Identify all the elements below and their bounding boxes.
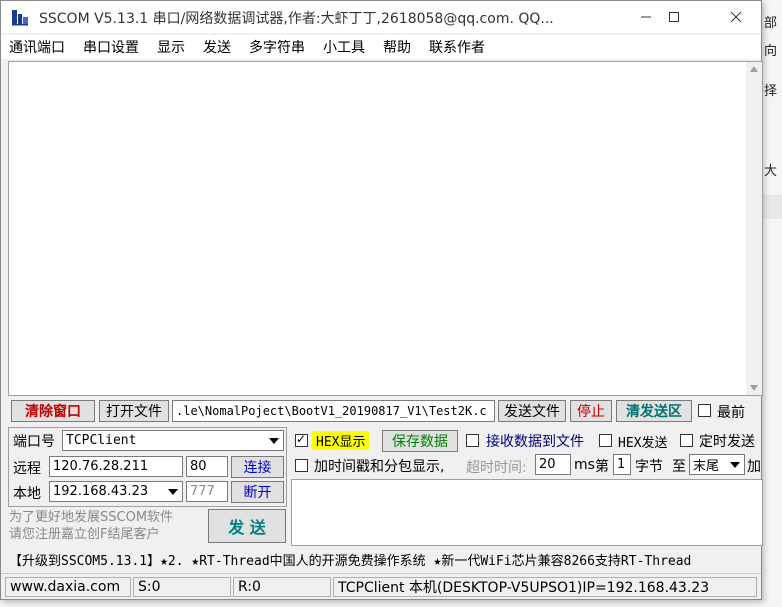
local-ip-select[interactable]: 192.168.43.23 <box>49 481 183 502</box>
remote-port-input[interactable]: 80 <box>186 456 228 477</box>
bg-text: 大 <box>764 164 778 179</box>
received-count: R:0 <box>233 577 331 597</box>
close-button[interactable] <box>713 1 759 33</box>
maximize-button[interactable] <box>651 1 697 33</box>
recv-to-file-label: 接收数据到文件 <box>486 434 584 450</box>
byte-prefix-label: 第 <box>595 459 609 475</box>
connect-button[interactable]: 连接 <box>231 456 284 478</box>
sscom-window: SSCOM V5.13.1 串口/网络数据调试器,作者:大虾丁丁,2618058… <box>0 0 763 600</box>
clear-window-button[interactable]: 清除窗口 <box>11 400 95 422</box>
website-link[interactable]: www.daxia.com <box>5 577 131 597</box>
open-file-button[interactable]: 打开文件 <box>99 400 169 422</box>
timed-send-label: 定时发送 <box>699 434 755 450</box>
status-bar: www.daxia.com S:0 R:0 TCPClient 本机(DESKT… <box>1 573 761 599</box>
remote-ip-input[interactable]: 120.76.28.211 <box>49 456 183 477</box>
bg-text: 择 <box>764 84 778 99</box>
bg-panel <box>760 195 782 219</box>
end-select[interactable]: 末尾 <box>689 454 745 475</box>
port-select[interactable]: TCPClient <box>62 430 284 451</box>
menu-multi-string[interactable]: 多字符串 <box>249 37 305 57</box>
timed-send-checkbox[interactable] <box>680 434 693 447</box>
topmost-checkbox[interactable] <box>698 404 711 417</box>
menu-bar: 通讯端口 串口设置 显示 发送 多字符串 小工具 帮助 联系作者 <box>1 35 761 59</box>
hex-display-label: HEX显示 <box>312 431 370 450</box>
disconnect-button[interactable]: 断开 <box>231 481 284 503</box>
topmost-label: 最前 <box>717 405 745 421</box>
scroll-down-icon[interactable] <box>750 385 758 391</box>
timestamp-label: 加时间戳和分包显示, <box>314 459 445 475</box>
maximize-icon <box>669 12 679 22</box>
connection-info: TCPClient 本机(DESKTOP-V5UPSO1)IP=192.168.… <box>333 577 757 597</box>
app-logo-icon <box>12 10 28 26</box>
port-label: 端口号 <box>13 434 55 450</box>
local-ip-value: 192.168.43.23 <box>53 484 149 499</box>
local-label: 本地 <box>13 486 41 502</box>
to-label: 至 <box>672 459 686 475</box>
clear-send-button[interactable]: 清发送区 <box>616 400 692 422</box>
remote-label: 远程 <box>13 461 41 477</box>
bg-text: 向 <box>764 44 778 59</box>
local-port-input[interactable]: 777 <box>186 481 228 502</box>
timestamp-checkbox[interactable] <box>295 459 308 472</box>
byte-index-input[interactable]: 1 <box>613 454 631 475</box>
menu-tools[interactable]: 小工具 <box>323 37 365 57</box>
timeout-unit: ms <box>574 457 595 473</box>
title-bar[interactable]: SSCOM V5.13.1 串口/网络数据调试器,作者:大虾丁丁,2618058… <box>1 1 761 33</box>
hex-send-checkbox[interactable] <box>599 434 612 447</box>
chevron-down-icon[interactable] <box>265 431 283 450</box>
menu-comm-port[interactable]: 通讯端口 <box>9 37 65 57</box>
window-title: SSCOM V5.13.1 串口/网络数据调试器,作者:大虾丁丁,2618058… <box>39 11 554 27</box>
timeout-label: 超时时间: <box>466 460 527 476</box>
chevron-down-icon[interactable] <box>164 482 182 501</box>
hex-send-label: HEX发送 <box>618 436 668 451</box>
save-data-button[interactable]: 保存数据 <box>382 430 458 452</box>
end-select-value: 末尾 <box>693 459 720 474</box>
menu-send[interactable]: 发送 <box>203 37 231 57</box>
add-label: 加 <box>747 459 761 475</box>
send-button[interactable]: 发 送 <box>208 509 286 543</box>
receive-textarea[interactable] <box>8 61 763 396</box>
recv-to-file-checkbox[interactable] <box>466 434 479 447</box>
menu-display[interactable]: 显示 <box>157 37 185 57</box>
send-file-button[interactable]: 发送文件 <box>498 400 566 422</box>
timeout-input[interactable]: 20 <box>535 454 571 475</box>
menu-contact[interactable]: 联系作者 <box>429 37 485 57</box>
hex-display-checkbox[interactable] <box>295 432 308 447</box>
port-select-value: TCPClient <box>66 433 137 448</box>
chevron-down-icon[interactable] <box>726 455 744 474</box>
menu-serial-settings[interactable]: 串口设置 <box>83 37 139 57</box>
menu-help[interactable]: 帮助 <box>383 37 411 57</box>
promo-banner[interactable]: 【升级到SSCOM5.13.1】★2. ★RT-Thread中国人的开源免费操作… <box>9 549 761 569</box>
receive-scrollbar[interactable] <box>746 62 762 395</box>
close-icon <box>730 11 742 23</box>
byte-label: 字节 <box>635 459 663 475</box>
sent-count: S:0 <box>133 577 231 597</box>
send-textarea[interactable] <box>291 479 763 546</box>
register-promo-text[interactable]: 为了更好地发展SSCOM软件 请您注册嘉立创F结尾客户 <box>9 509 205 545</box>
file-path-input[interactable]: .le\NomalPoject\BootV1_20190817_V1\Test2… <box>172 400 495 422</box>
stop-button[interactable]: 停止 <box>570 400 612 422</box>
bg-text: 部 <box>764 16 778 31</box>
scroll-up-icon[interactable] <box>750 66 758 72</box>
